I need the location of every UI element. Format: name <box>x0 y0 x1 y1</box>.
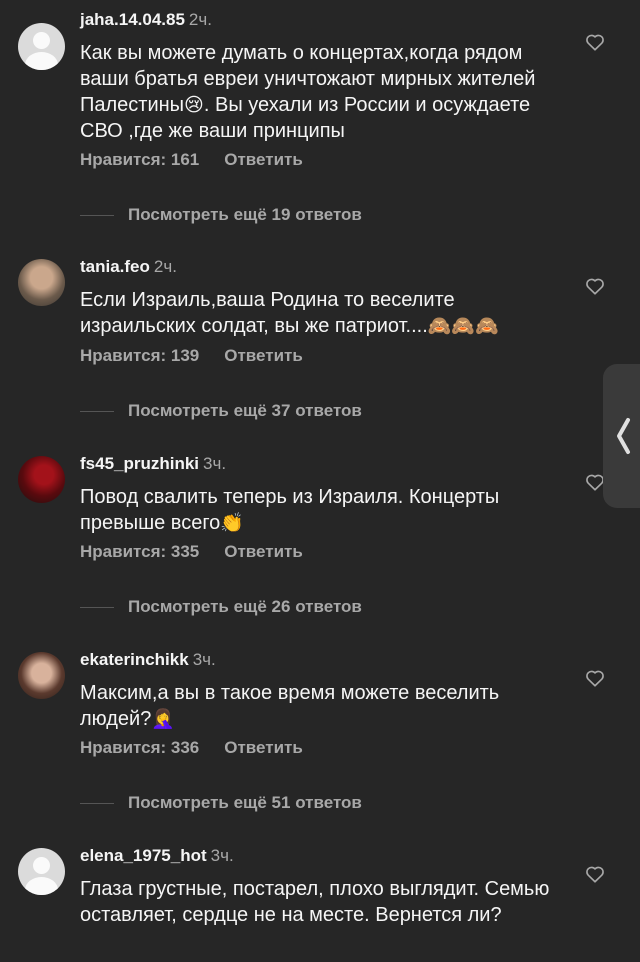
comment-time: 3ч. <box>210 846 234 865</box>
comment-meta: elena_1975_hot 3ч. <box>80 846 234 866</box>
view-replies-label: Посмотреть ещё 37 ответов <box>128 401 362 420</box>
comment-text-body: Максим,а вы в такое время можете веселит… <box>80 682 500 730</box>
comment-text: Если Израиль,ваша Родина то веселите изр… <box>80 287 550 339</box>
username[interactable]: ekaterinchikk <box>80 650 189 669</box>
comment-meta: tania.feo 2ч. <box>80 257 177 277</box>
view-replies-button[interactable]: Посмотреть ещё 19 ответов <box>80 205 480 225</box>
avatar[interactable] <box>18 652 65 699</box>
comment-text: Повод свалить теперь из Израиля. Концерт… <box>80 484 560 536</box>
view-replies-label: Посмотреть ещё 51 ответов <box>128 793 362 812</box>
comment-actions: Нравится: 161 Ответить <box>80 150 303 170</box>
default-avatar-body <box>25 877 58 895</box>
username[interactable]: jaha.14.04.85 <box>80 10 185 29</box>
comment-text: Как вы можете думать о концертах,когда р… <box>80 40 560 144</box>
likes-count[interactable]: Нравится: 335 <box>80 542 199 561</box>
comment-text-body: Повод свалить теперь из Израиля. Концерт… <box>80 486 500 534</box>
side-panel-tab[interactable] <box>603 364 640 508</box>
heart-outline-icon[interactable] <box>585 33 605 51</box>
comment-meta: jaha.14.04.85 2ч. <box>80 10 212 30</box>
clapping-hands-emoji: 👏 <box>220 512 244 534</box>
avatar[interactable] <box>18 23 65 70</box>
heart-outline-icon[interactable] <box>585 865 605 883</box>
username[interactable]: fs45_pruzhinki <box>80 454 199 473</box>
view-replies-button[interactable]: Посмотреть ещё 26 ответов <box>80 597 480 617</box>
avatar[interactable] <box>18 848 65 895</box>
likes-count[interactable]: Нравится: 336 <box>80 738 199 757</box>
comment-time: 3ч. <box>192 650 216 669</box>
view-replies-button[interactable]: Посмотреть ещё 51 ответов <box>80 793 480 813</box>
comment-actions: Нравится: 336 Ответить <box>80 738 303 758</box>
comment-meta: fs45_pruzhinki 3ч. <box>80 454 226 474</box>
comment-text: Глаза грустные, постарел, плохо выглядит… <box>80 876 560 928</box>
username[interactable]: tania.feo <box>80 257 150 276</box>
comment-text-body: Если Израиль,ваша Родина то веселите изр… <box>80 289 455 337</box>
replies-divider <box>80 411 114 413</box>
comment-actions: Нравится: 139 Ответить <box>80 346 303 366</box>
avatar[interactable] <box>18 456 65 503</box>
reply-button[interactable]: Ответить <box>224 738 303 757</box>
replies-divider <box>80 803 114 805</box>
crying-emoji: 😢 <box>184 94 204 116</box>
comment-time: 2ч. <box>188 10 212 29</box>
comment-meta: ekaterinchikk 3ч. <box>80 650 216 670</box>
comment-time: 3ч. <box>203 454 227 473</box>
comment-time: 2ч. <box>153 257 177 276</box>
replies-divider <box>80 607 114 609</box>
reply-button[interactable]: Ответить <box>224 346 303 365</box>
view-replies-label: Посмотреть ещё 19 ответов <box>128 205 362 224</box>
heart-outline-icon[interactable] <box>585 277 605 295</box>
likes-count[interactable]: Нравится: 161 <box>80 150 199 169</box>
replies-divider <box>80 215 114 217</box>
chevron-left-icon <box>617 418 630 454</box>
avatar[interactable] <box>18 259 65 306</box>
see-no-evil-monkey-emoji: 🙈🙈🙈 <box>427 315 499 337</box>
facepalm-emoji: 🤦‍♀️ <box>151 708 175 730</box>
heart-outline-icon[interactable] <box>585 669 605 687</box>
comment-text: Максим,а вы в такое время можете веселит… <box>80 680 560 732</box>
reply-button[interactable]: Ответить <box>224 542 303 561</box>
username[interactable]: elena_1975_hot <box>80 846 207 865</box>
default-avatar-icon <box>33 32 50 49</box>
reply-button[interactable]: Ответить <box>224 150 303 169</box>
default-avatar-body <box>25 52 58 70</box>
comment-actions: Нравится: 335 Ответить <box>80 542 303 562</box>
default-avatar-icon <box>33 857 50 874</box>
comment-text-body: Глаза грустные, постарел, плохо выглядит… <box>80 878 550 926</box>
view-replies-label: Посмотреть ещё 26 ответов <box>128 597 362 616</box>
heart-outline-icon[interactable] <box>585 473 605 491</box>
view-replies-button[interactable]: Посмотреть ещё 37 ответов <box>80 401 480 421</box>
likes-count[interactable]: Нравится: 139 <box>80 346 199 365</box>
